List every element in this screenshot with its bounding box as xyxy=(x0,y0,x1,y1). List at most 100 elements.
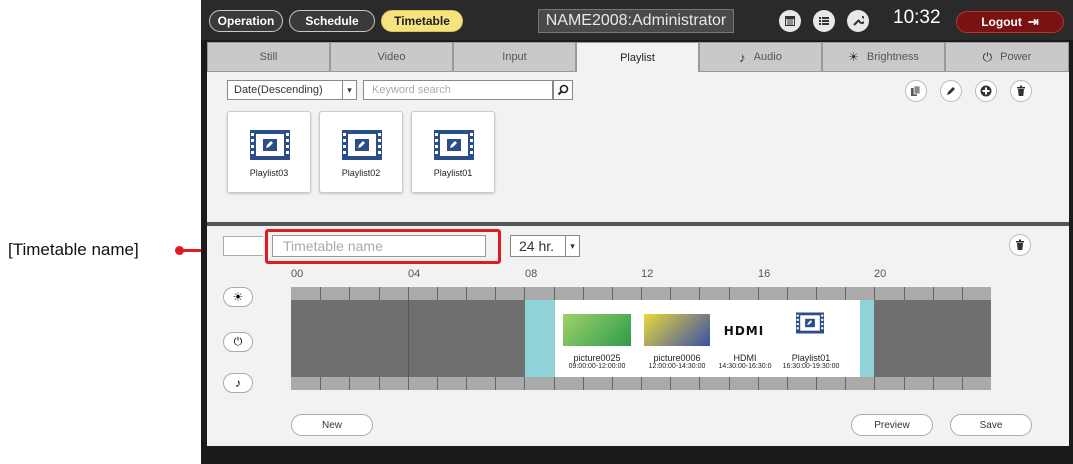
timeline-tick xyxy=(553,287,555,300)
app-window: Operation Schedule Timetable NAME2008:Ad… xyxy=(201,0,1073,464)
new-button[interactable]: New xyxy=(291,414,373,436)
trash-icon xyxy=(1016,239,1024,250)
playlist-card-label: Playlist01 xyxy=(433,168,473,178)
playlist-card[interactable]: Playlist03 xyxy=(227,111,311,193)
save-button[interactable]: Save xyxy=(950,414,1032,436)
tab-power[interactable]: ⏻ Power xyxy=(945,42,1069,72)
chevron-down-icon: ▾ xyxy=(565,236,579,256)
tab-audio[interactable]: ♪ Audio xyxy=(699,42,822,72)
calendar-icon[interactable] xyxy=(779,10,801,32)
callout-timetable-name: [Timetable name] xyxy=(8,240,139,259)
search-icon xyxy=(557,84,569,96)
playlist-card[interactable]: Playlist02 xyxy=(319,111,403,193)
playlist-card-label: Playlist03 xyxy=(249,168,289,178)
copy-icon xyxy=(911,85,921,96)
item-label: Playlist01 xyxy=(791,353,831,363)
edit-button[interactable] xyxy=(940,80,962,102)
timeline-tick xyxy=(932,287,934,300)
tab-schedule[interactable]: Schedule xyxy=(289,10,375,32)
chevron-down-icon: ▾ xyxy=(342,81,356,99)
search-button[interactable] xyxy=(553,80,573,100)
timeline-tick xyxy=(757,377,759,390)
item-time: 14:30:00-16:30:0 xyxy=(718,363,772,370)
timeline-tick xyxy=(845,287,847,300)
tab-video-label: Video xyxy=(377,51,406,63)
hour-label: 12 xyxy=(641,268,654,280)
plus-icon xyxy=(980,85,992,97)
item-time: 16:30:00-19:30:00 xyxy=(782,363,840,370)
timeline-tick xyxy=(728,377,730,390)
sort-select[interactable]: Date(Descending) ▾ xyxy=(227,80,357,100)
timeline-tick xyxy=(611,377,613,390)
timeline-tick xyxy=(495,287,497,300)
timeline-tick xyxy=(466,377,467,390)
timeline-tick xyxy=(699,287,701,300)
timeline-tick xyxy=(961,287,963,300)
tab-still-label: Still xyxy=(259,51,278,63)
list-icon[interactable] xyxy=(813,10,835,32)
timeline-tick xyxy=(524,377,526,390)
tab-timetable[interactable]: Timetable xyxy=(381,10,463,32)
hour-label: 20 xyxy=(874,268,887,280)
logout-button[interactable]: Logout ⇥ xyxy=(956,11,1064,33)
timeline-tick xyxy=(816,377,817,390)
delete-timetable-button[interactable] xyxy=(1009,234,1031,256)
timeline-tick xyxy=(378,377,380,390)
tab-playlist[interactable]: Playlist xyxy=(576,42,699,73)
media-tabs: Still Video Input Playlist ♪ Audio ☀ Brigh… xyxy=(207,42,1069,73)
tab-input[interactable]: Input xyxy=(453,42,576,72)
playlist-card-label: Playlist02 xyxy=(341,168,381,178)
item-time: 09:00:00-12:00:00 xyxy=(568,363,626,370)
timeline-tick xyxy=(582,287,584,300)
wrench-icon[interactable] xyxy=(847,10,869,32)
brightness-icon: ☀ xyxy=(232,290,244,304)
tab-operation[interactable]: Operation xyxy=(209,10,283,32)
timetable-color-box[interactable] xyxy=(223,236,263,256)
timeline-tick xyxy=(320,377,322,390)
timeline-tick xyxy=(874,377,876,390)
film-playlist-icon xyxy=(342,130,382,160)
add-button[interactable] xyxy=(975,80,997,102)
timeline-tick xyxy=(582,377,584,390)
power-row-button[interactable]: ⏻ xyxy=(223,332,253,352)
brightness-row-button[interactable]: ☀ xyxy=(223,287,253,307)
thumbnail-gradient xyxy=(644,314,710,346)
item-time: 12:00:00-14:30:00 xyxy=(648,363,706,370)
schedule-block-start xyxy=(525,300,555,377)
power-icon: ⏻ xyxy=(233,335,243,348)
tab-brightness[interactable]: ☀ Brightness xyxy=(822,42,945,72)
top-bar: Operation Schedule Timetable NAME2008:Ad… xyxy=(201,0,1073,40)
film-playlist-icon xyxy=(434,130,474,160)
timeline-tick xyxy=(786,377,788,390)
film-playlist-icon xyxy=(250,130,290,160)
playlist-card[interactable]: Playlist01 xyxy=(411,111,495,193)
timeline-tick xyxy=(436,377,438,390)
hour-label: 00 xyxy=(291,268,304,280)
tab-power-label: Power xyxy=(1000,51,1032,63)
track-separator xyxy=(408,300,409,377)
delete-button[interactable] xyxy=(1010,80,1032,102)
timeline-tick xyxy=(728,287,730,300)
timeline-tick xyxy=(611,287,613,300)
tab-still[interactable]: Still xyxy=(207,42,330,72)
preview-button[interactable]: Preview xyxy=(851,414,933,436)
tab-brightness-label: Brightness xyxy=(866,51,919,63)
audio-row-button[interactable]: ♪ xyxy=(223,373,253,393)
timeline-tick xyxy=(961,377,963,390)
timeline-tick xyxy=(407,287,409,300)
schedule-block-end xyxy=(860,300,874,377)
item-label: picture0025 xyxy=(573,353,621,363)
timeline-tick xyxy=(932,377,934,390)
timeline-tick xyxy=(320,287,322,300)
copy-button[interactable] xyxy=(905,80,927,102)
tab-playlist-label: Playlist xyxy=(620,52,655,64)
timeline-tick xyxy=(349,377,351,390)
timeline-tick xyxy=(495,377,497,390)
pencil-icon xyxy=(947,87,955,95)
timeline-tick xyxy=(524,287,526,300)
item-label: HDMI xyxy=(733,353,757,363)
hours-select[interactable]: 24 hr. ▾ xyxy=(510,235,580,257)
tab-video[interactable]: Video xyxy=(330,42,453,72)
search-input[interactable]: Keyword search xyxy=(363,80,553,100)
brightness-icon: ☀ xyxy=(848,50,859,64)
